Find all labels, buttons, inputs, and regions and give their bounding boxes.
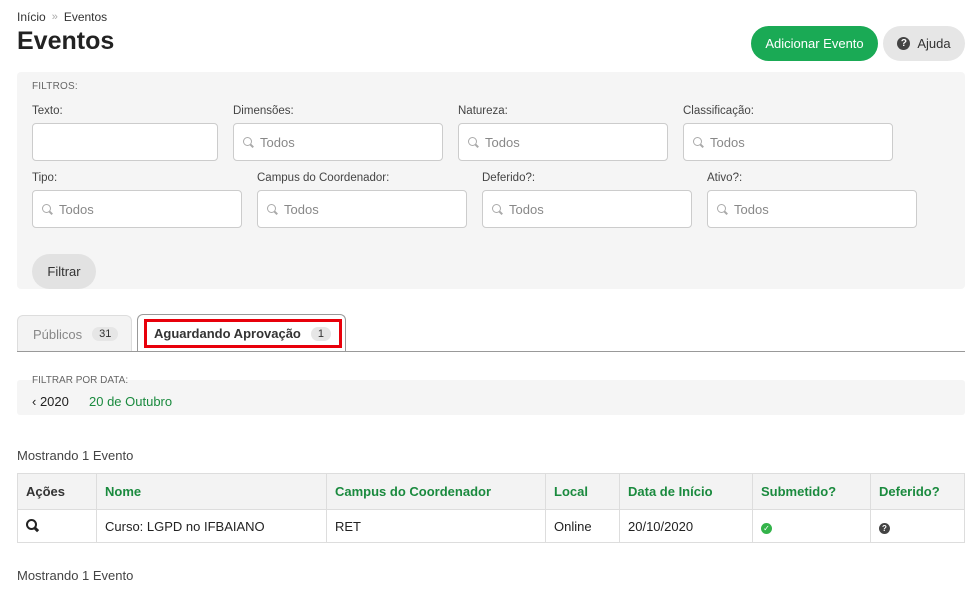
- search-icon: [717, 203, 728, 215]
- filter-deferido-value: Todos: [509, 201, 544, 217]
- filter-campus-select[interactable]: Todos: [257, 190, 467, 228]
- page-title: Eventos: [17, 27, 115, 55]
- search-icon: [42, 203, 53, 215]
- filter-ativo-label: Ativo?:: [707, 172, 743, 184]
- cell-deferido: ?: [870, 509, 965, 543]
- breadcrumb: Início » Eventos: [17, 10, 107, 24]
- table-row: Curso: LGPD no IFBAIANO RET Online 20/10…: [17, 509, 965, 543]
- filter-text-label: Texto:: [32, 105, 63, 117]
- filter-campus: Campus do Coordenador: Todos: [257, 172, 467, 228]
- search-icon: [243, 136, 254, 148]
- date-filter-title: FILTRAR POR DATA:: [32, 375, 129, 386]
- filter-dimensoes-value: Todos: [260, 134, 295, 150]
- column-acoes: Ações: [17, 473, 97, 510]
- filter-classificacao-value: Todos: [710, 134, 745, 150]
- filter-campus-label: Campus do Coordenador:: [257, 172, 390, 184]
- tab-publicos-label: Públicos: [33, 326, 83, 342]
- question-icon: ?: [879, 522, 890, 534]
- search-icon: [468, 136, 479, 148]
- filters-panel: FILTROS: Texto: Dimensões: Todos Naturez…: [17, 72, 965, 289]
- tab-aguardando-count: 1: [310, 326, 331, 341]
- tab-publicos[interactable]: Públicos 31: [17, 315, 132, 352]
- cell-submetido: ✓: [752, 509, 871, 543]
- filter-deferido: Deferido?: Todos: [482, 172, 692, 228]
- filter-natureza-select[interactable]: Todos: [458, 123, 668, 161]
- check-icon: ✓: [761, 522, 772, 534]
- view-search-icon[interactable]: [26, 518, 38, 531]
- tabs-divider: [17, 351, 965, 352]
- filter-natureza-value: Todos: [485, 134, 520, 150]
- column-submetido[interactable]: Submetido?: [752, 473, 871, 510]
- filter-tipo-select[interactable]: Todos: [32, 190, 242, 228]
- row-actions: [17, 509, 97, 543]
- filter-dimensoes-label: Dimensões:: [233, 105, 294, 117]
- filter-tipo-label: Tipo:: [32, 172, 58, 184]
- filter-ativo-value: Todos: [734, 201, 769, 217]
- results-summary-top: Mostrando 1 Evento: [17, 448, 134, 463]
- filter-classificacao-label: Classificação:: [683, 105, 754, 117]
- cell-campus: RET: [326, 509, 546, 543]
- date-filter: FILTRAR POR DATA: ‹ 2020 20 de Outubro: [17, 375, 965, 415]
- column-campus[interactable]: Campus do Coordenador: [326, 473, 546, 510]
- filter-deferido-label: Deferido?:: [482, 172, 536, 184]
- help-button[interactable]: ? Ajuda: [883, 26, 965, 61]
- filter-text: Texto:: [32, 105, 218, 161]
- filter-natureza: Natureza: Todos: [458, 105, 668, 161]
- column-deferido[interactable]: Deferido?: [870, 473, 965, 510]
- breadcrumb-home-link[interactable]: Início: [17, 10, 46, 24]
- filter-ativo: Ativo?: Todos: [707, 172, 917, 228]
- filter-campus-value: Todos: [284, 201, 319, 217]
- breadcrumb-current: Eventos: [63, 10, 108, 24]
- filter-classificacao-select[interactable]: Todos: [683, 123, 893, 161]
- filter-deferido-select[interactable]: Todos: [482, 190, 692, 228]
- filter-dimensoes-select[interactable]: Todos: [233, 123, 443, 161]
- date-filter-day-link[interactable]: 20 de Outubro: [89, 394, 172, 409]
- column-nome[interactable]: Nome: [96, 473, 327, 510]
- column-data-inicio[interactable]: Data de Início: [619, 473, 753, 510]
- search-icon: [267, 203, 278, 215]
- filter-classificacao: Classificação: Todos: [683, 105, 893, 161]
- question-circle-icon: ?: [897, 37, 911, 50]
- date-filter-year-link[interactable]: ‹ 2020: [32, 394, 69, 409]
- cell-local: Online: [545, 509, 620, 543]
- tab-aguardando-aprovacao[interactable]: Aguardando Aprovação 1: [137, 314, 346, 352]
- table-header-row: Ações Nome Campus do Coordenador Local D…: [17, 473, 965, 510]
- cell-nome: Curso: LGPD no IFBAIANO: [96, 509, 327, 543]
- filter-button[interactable]: Filtrar: [32, 254, 96, 289]
- events-table: Ações Nome Campus do Coordenador Local D…: [17, 473, 965, 543]
- filter-natureza-label: Natureza:: [458, 105, 508, 117]
- cell-data-inicio: 20/10/2020: [619, 509, 753, 543]
- column-local[interactable]: Local: [545, 473, 620, 510]
- filters-title: FILTROS:: [32, 81, 78, 92]
- add-event-button[interactable]: Adicionar Evento: [751, 26, 878, 61]
- highlight-box: Aguardando Aprovação 1: [144, 319, 342, 348]
- tab-publicos-count: 31: [92, 327, 119, 341]
- filter-dimensoes: Dimensões: Todos: [233, 105, 443, 161]
- filter-tipo: Tipo: Todos: [32, 172, 242, 228]
- breadcrumb-separator: »: [51, 11, 58, 23]
- results-summary-bottom: Mostrando 1 Evento: [17, 568, 134, 583]
- tab-aguardando-label: Aguardando Aprovação: [154, 326, 301, 341]
- search-icon: [492, 203, 503, 215]
- filter-tipo-value: Todos: [59, 201, 94, 217]
- search-icon: [693, 136, 704, 148]
- filter-text-input[interactable]: [32, 123, 218, 161]
- help-button-label: Ajuda: [917, 36, 951, 51]
- filter-ativo-select[interactable]: Todos: [707, 190, 917, 228]
